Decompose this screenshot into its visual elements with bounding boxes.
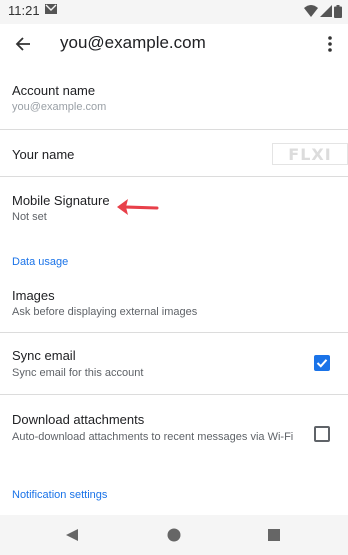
- gmail-notification-icon: [45, 4, 57, 14]
- annotation-arrow-icon: [117, 199, 159, 215]
- account-name-value: you@example.com: [12, 101, 107, 113]
- data-usage-header: Data usage: [12, 256, 69, 268]
- images-setting[interactable]: Images Ask before displaying external im…: [0, 272, 348, 333]
- wifi-icon: [304, 5, 318, 17]
- download-attachments-label: Download attachments: [12, 412, 145, 427]
- page-title: you@example.com: [60, 33, 206, 52]
- signal-icon: [320, 5, 332, 17]
- watermark: FLXI: [272, 143, 348, 165]
- status-bar: 11:21: [0, 0, 348, 24]
- mobile-signature-label: Mobile Signature: [12, 193, 110, 208]
- nav-back-button[interactable]: [63, 526, 81, 544]
- notification-settings-header: Notification settings: [12, 489, 108, 501]
- more-vert-icon: [328, 36, 332, 52]
- download-attachments-checkbox[interactable]: [314, 426, 330, 442]
- square-recents-icon: [268, 529, 280, 541]
- overflow-menu-button[interactable]: [318, 29, 342, 59]
- back-button[interactable]: [8, 29, 38, 59]
- mobile-signature-value: Not set: [12, 211, 47, 223]
- triangle-back-icon: [66, 529, 78, 541]
- mobile-signature-setting[interactable]: Mobile Signature Not set: [0, 177, 348, 249]
- nav-home-button[interactable]: [165, 526, 183, 544]
- nav-recents-button[interactable]: [265, 526, 283, 544]
- download-attachments-setting[interactable]: Download attachments Auto-download attac…: [0, 395, 348, 473]
- account-name-setting[interactable]: Account name you@example.com: [0, 64, 348, 130]
- battery-icon: [334, 4, 342, 18]
- sync-email-label: Sync email: [12, 348, 76, 363]
- sync-email-value: Sync email for this account: [12, 367, 144, 379]
- arrow-back-icon: [15, 37, 30, 51]
- sync-email-checkbox[interactable]: [314, 355, 330, 371]
- circle-home-icon: [167, 528, 181, 542]
- account-name-label: Account name: [12, 83, 96, 98]
- download-attachments-value: Auto-download attachments to recent mess…: [12, 431, 294, 443]
- status-time: 11:21: [8, 3, 40, 18]
- images-value: Ask before displaying external images: [12, 306, 198, 318]
- check-icon: [316, 359, 328, 368]
- your-name-label: Your name: [12, 147, 75, 162]
- app-bar: you@example.com: [0, 24, 348, 64]
- sync-email-setting[interactable]: Sync email Sync email for this account: [0, 333, 348, 395]
- images-label: Images: [12, 288, 55, 303]
- navigation-bar: [0, 515, 348, 555]
